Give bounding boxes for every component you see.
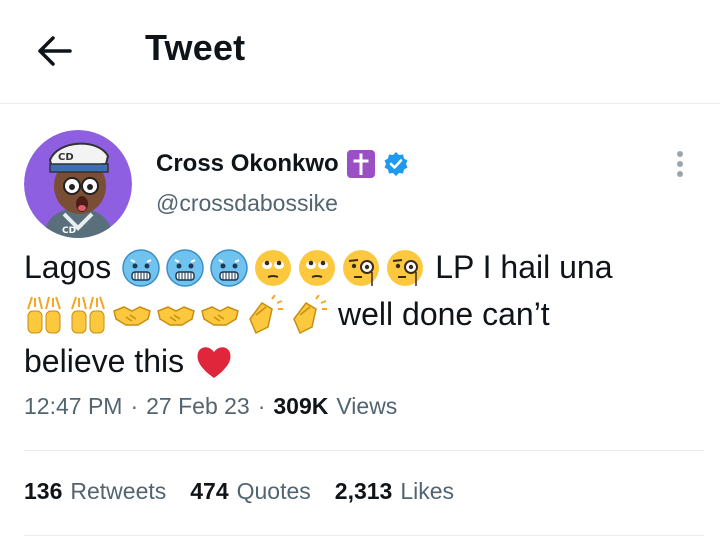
verified-badge-icon <box>384 152 408 176</box>
quotes-count: 474 <box>190 478 229 504</box>
tweet-text-segment: LP I hail una <box>435 249 613 285</box>
avatar-illustration: CD CD <box>24 130 132 238</box>
face-with-monocle-icon <box>385 248 425 288</box>
retweets-stat[interactable]: 136 Retweets <box>24 478 166 505</box>
divider <box>24 535 704 536</box>
back-button[interactable] <box>30 28 80 74</box>
handshake-icon <box>200 295 240 335</box>
author-handle[interactable]: @crossdabossike <box>156 190 338 217</box>
clapping-hands-icon <box>288 294 328 335</box>
likes-count: 2,313 <box>334 478 393 504</box>
face-with-rolling-eyes-icon <box>253 248 293 288</box>
clapping-hands-icon <box>244 294 284 335</box>
more-options-button[interactable] <box>668 148 692 180</box>
likes-label: Likes <box>400 478 455 504</box>
tweet-meta: 12:47 PM · 27 Feb 23 · 309K Views <box>24 393 397 420</box>
face-with-monocle-icon <box>341 248 381 288</box>
latin-cross-icon <box>346 150 375 178</box>
divider <box>24 450 704 451</box>
tweet-text-line-1: Lagos LP I hail una <box>24 244 704 291</box>
red-heart-icon <box>194 342 234 382</box>
svg-text:CD: CD <box>62 226 76 236</box>
page-title: Tweet <box>145 27 246 68</box>
tweet-text: Lagos LP I hail una well done can’t beli… <box>24 244 704 385</box>
more-options-icon <box>668 151 692 177</box>
cold-face-icon <box>165 248 205 288</box>
separator: · <box>257 393 266 419</box>
quotes-stat[interactable]: 474 Quotes <box>190 478 311 505</box>
author-name[interactable]: Cross Okonkwo <box>156 150 339 178</box>
likes-stat[interactable]: 2,313 Likes <box>335 478 454 505</box>
top-bar: Tweet <box>0 0 720 104</box>
tweet-text-line-2: well done can’t <box>24 291 704 338</box>
raising-hands-icon <box>68 295 108 335</box>
tweet-date[interactable]: 27 Feb 23 <box>146 393 250 420</box>
retweets-label: Retweets <box>70 478 167 504</box>
engagement-stats: 136 Retweets 474 Quotes 2,313 Likes <box>24 478 454 505</box>
views-count: 309K <box>273 393 329 419</box>
tweet-time[interactable]: 12:47 PM <box>24 393 122 420</box>
quotes-label: Quotes <box>236 478 311 504</box>
cold-face-icon <box>121 248 161 288</box>
separator: · <box>130 393 139 419</box>
views-label: Views <box>336 393 398 419</box>
tweet-text-line-3: believe this <box>24 338 704 385</box>
tweet-text-segment: well done can’t <box>338 296 550 332</box>
avatar[interactable]: CD CD <box>24 130 132 238</box>
tweet-text-segment: Lagos <box>24 249 112 285</box>
handshake-icon <box>156 295 196 335</box>
tweet-text-segment: believe this <box>24 343 185 379</box>
back-arrow-icon <box>38 36 72 66</box>
author-row: Cross Okonkwo <box>156 148 409 180</box>
handshake-icon <box>112 295 152 335</box>
svg-text:CD: CD <box>58 152 74 163</box>
cold-face-icon <box>209 248 249 288</box>
raising-hands-icon <box>24 295 64 335</box>
retweets-count: 136 <box>24 478 63 504</box>
face-with-rolling-eyes-icon <box>297 248 337 288</box>
